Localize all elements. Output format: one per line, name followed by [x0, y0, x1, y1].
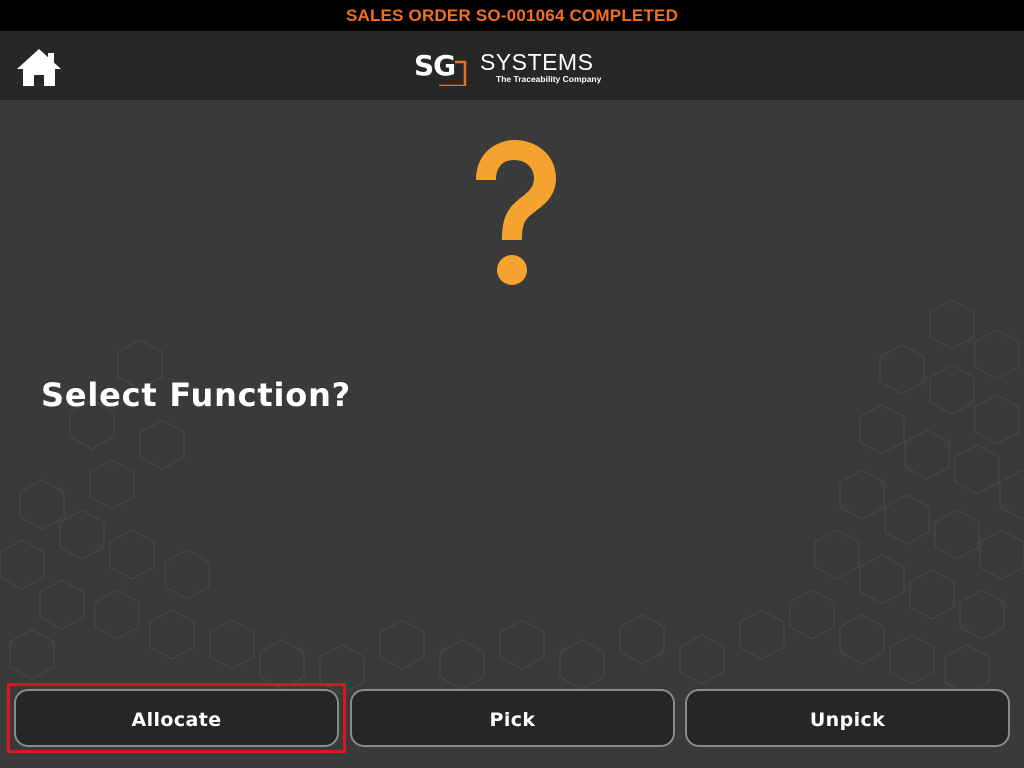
app-screen: SALES ORDER SO-001064 COMPLETED SG SYSTE… — [0, 0, 1024, 768]
logo-bracket-icon — [439, 60, 467, 86]
logo-tagline: The Traceability Company — [496, 74, 602, 84]
status-banner: SALES ORDER SO-001064 COMPLETED — [0, 0, 1024, 31]
unpick-button[interactable]: Unpick — [685, 689, 1010, 747]
company-logo: SG SYSTEMS The Traceability Company — [414, 49, 624, 89]
allocate-button[interactable]: Allocate — [14, 689, 339, 747]
home-icon — [17, 49, 61, 86]
logo-name: SYSTEMS — [480, 49, 594, 75]
header-bar: SG SYSTEMS The Traceability Company — [0, 31, 1024, 100]
main-content: Select Function? Allocate Pick Unpick — [0, 100, 1024, 768]
home-button[interactable] — [14, 47, 64, 87]
question-mark-icon — [476, 140, 556, 285]
pick-button[interactable]: Pick — [350, 689, 675, 747]
select-function-prompt: Select Function? — [41, 376, 352, 414]
